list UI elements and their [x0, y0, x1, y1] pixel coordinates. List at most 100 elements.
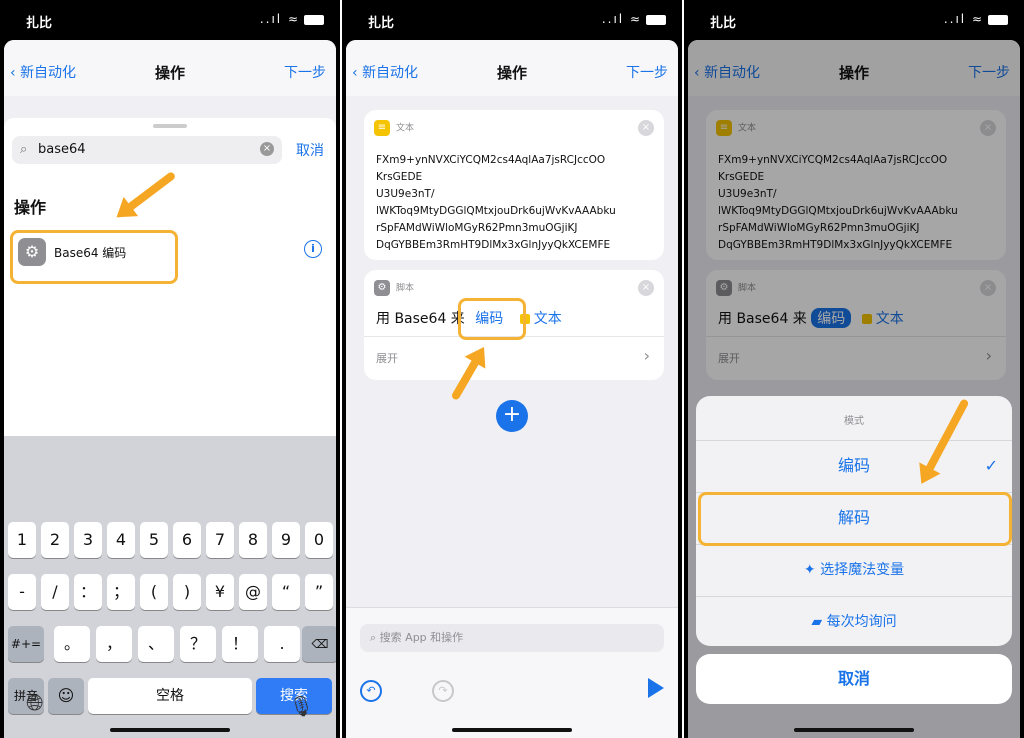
home-indicator [794, 728, 914, 732]
key-num-0[interactable]: 1 [8, 522, 36, 558]
card-header-label: 文本 [396, 123, 415, 134]
key-num-8[interactable]: 9 [272, 522, 300, 558]
text-line: lWKToq9MtyDGGlQMtxjouDrk6ujWvKvAAAbku [376, 205, 616, 217]
carrier-label: 扎比 [26, 16, 53, 31]
search-sheet: ⌕ base64 × 取消 操作 ⚙ Base64 编码 i [4, 118, 336, 438]
magic-wand-icon: ✦ [803, 562, 821, 578]
key-num-6[interactable]: 7 [206, 522, 234, 558]
option-ask-each-time[interactable]: ▰ 每次均询问 [696, 596, 1012, 647]
expand-label[interactable]: 展开 [376, 350, 398, 366]
key-num-5[interactable]: 6 [173, 522, 201, 558]
checkmark-icon: ✓ [984, 456, 998, 475]
speech-bubble-icon: ▰ [811, 614, 827, 630]
option-encode[interactable]: 编码 ✓ [696, 440, 1012, 491]
text-action-card[interactable]: ≡ 文本 × FXm9+ynNVXCiYCQM2cs4AqlAa7jsRCJccO… [364, 110, 664, 260]
search-icon: ⌕ [20, 142, 28, 157]
signal-wifi-icon: ..ıl ≈ [943, 12, 984, 26]
signal-wifi-icon: ..ıl ≈ [259, 12, 300, 26]
key-num-2[interactable]: 3 [74, 522, 102, 558]
card-header-label: 脚本 [396, 283, 415, 294]
text-line: DqGYBBEm3RmHT9DlMx3xGlnJyyQkXCEMFE [376, 239, 611, 251]
nav-bar: ‹ 新自动化 操作 下一步 [4, 40, 336, 96]
text-line: U3U9e3nT/ [376, 188, 435, 200]
key-delete[interactable]: ⌫ [302, 626, 336, 662]
key-space[interactable]: 空格 [88, 678, 252, 714]
status-icons: ..ıl ≈ [602, 12, 666, 26]
option-magic-variable[interactable]: ✦ 选择魔法变量 [696, 544, 1012, 595]
key-num-7[interactable]: 8 [239, 522, 267, 558]
add-action-button[interactable]: + [496, 400, 528, 432]
next-button[interactable]: 下一步 [626, 62, 668, 82]
script-prefix: 用 Base64 来 [376, 311, 465, 327]
search-input-value: base64 [38, 142, 86, 157]
carrier-label: 扎比 [368, 16, 395, 31]
cancel-button[interactable]: 取消 [296, 140, 324, 160]
status-icons: ..ıl ≈ [944, 12, 1008, 26]
text-line: FXm9+ynNVXCiYCQM2cs4AqlAa7jsRCJccOO [376, 154, 606, 166]
text-content[interactable]: FXm9+ynNVXCiYCQM2cs4AqlAa7jsRCJccOO KrsG… [376, 152, 656, 254]
sheet-grabber[interactable] [153, 124, 187, 128]
key-sym-2[interactable]: ： [74, 574, 102, 610]
key-punct-2[interactable]: 、 [138, 626, 174, 662]
key-punct-5[interactable]: . [264, 626, 300, 662]
key-num-1[interactable]: 2 [41, 522, 69, 558]
remove-icon[interactable]: × [638, 280, 654, 296]
search-input[interactable]: ⌕ base64 × [12, 136, 282, 164]
remove-icon[interactable]: × [638, 120, 654, 136]
screen-search-actions: 扎比 ..ıl ≈ ‹ 新自动化 操作 下一步 ⌕ base64 × 取消 操作… [0, 0, 340, 738]
microphone-icon[interactable]: 🎙︎ [289, 694, 314, 718]
status-bar: 扎比 ..ıl ≈ [684, 0, 1024, 40]
key-sym-0[interactable]: - [8, 574, 36, 610]
key-punct-1[interactable]: ， [96, 626, 132, 662]
clear-icon[interactable]: × [260, 142, 274, 156]
play-icon[interactable] [648, 678, 664, 698]
bottom-toolbar: ⌕ 搜索 App 和操作 ↶ ↷ [346, 607, 678, 738]
section-title: 操作 [14, 198, 47, 217]
card-header: ⚙ 脚本 [374, 280, 414, 296]
undo-icon[interactable]: ↶ [360, 680, 382, 702]
redo-icon: ↷ [432, 680, 454, 702]
key-punct-0[interactable]: 。 [54, 626, 90, 662]
info-icon[interactable]: i [304, 240, 322, 258]
option-label: 每次均询问 [826, 614, 897, 630]
sheet: ‹ 新自动化 操作 下一步 ⌕ base64 × 取消 操作 ⚙ Base64 … [4, 40, 336, 738]
option-label: 编码 [837, 456, 870, 475]
key-num-4[interactable]: 5 [140, 522, 168, 558]
text-icon: ≡ [374, 120, 390, 136]
sheet: ‹ 新自动化 操作 下一步 ≡ 文本 × FXm9+ynNVXCiYCQM2cs4… [688, 40, 1020, 738]
key-sym-1[interactable]: / [41, 574, 69, 610]
text-line: KrsGEDE [376, 171, 423, 183]
key-sym-4[interactable]: ( [140, 574, 168, 610]
battery-icon [646, 14, 666, 25]
chevron-right-icon[interactable]: › [644, 346, 650, 365]
signal-wifi-icon: ..ıl ≈ [601, 12, 642, 26]
globe-icon[interactable]: 🌐︎ [26, 691, 44, 716]
key-sym-7[interactable]: @ [239, 574, 267, 610]
search-placeholder: 搜索 App 和操作 [379, 631, 464, 644]
battery-icon [988, 14, 1008, 25]
key-sym-5[interactable]: ) [173, 574, 201, 610]
highlight-box [458, 298, 526, 340]
action-sheet-title: 模式 [844, 416, 864, 427]
home-indicator [452, 728, 572, 732]
key-punct-4[interactable]: ！ [222, 626, 258, 662]
key-punct-3[interactable]: ？ [180, 626, 216, 662]
variable-label: 文本 [533, 311, 562, 327]
key-sym-6[interactable]: ¥ [206, 574, 234, 610]
cancel-button[interactable]: 取消 [696, 654, 1012, 704]
keyboard: 1234567890 - /：；() ¥ @ “” #+= 。，、？！. ⌫ 拼音 ☺ … [4, 436, 336, 738]
screen-mode-picker: 扎比 ..ıl ≈ ‹ 新自动化 操作 下一步 ≡ 文本 × FXm9+ynNVX… [684, 0, 1024, 738]
status-bar: 扎比 ..ıl ≈ [0, 0, 340, 40]
key-more-symbols[interactable]: #+= [8, 626, 44, 662]
gear-icon: ⚙ [374, 280, 390, 296]
key-sym-3[interactable]: ； [107, 574, 135, 610]
search-actions-input[interactable]: ⌕ 搜索 App 和操作 [360, 624, 664, 652]
next-button[interactable]: 下一步 [284, 62, 326, 82]
screen-script-editor: 扎比 ..ıl ≈ ‹ 新自动化 操作 下一步 ≡ 文本 × FXm9+ynNVX… [342, 0, 682, 738]
key-num-3[interactable]: 4 [107, 522, 135, 558]
key-sym-8[interactable]: “ [272, 574, 300, 610]
key-emoji[interactable]: ☺ [48, 678, 84, 714]
status-bar: 扎比 ..ıl ≈ [342, 0, 682, 40]
key-num-9[interactable]: 0 [305, 522, 333, 558]
key-sym-9[interactable]: ” [305, 574, 333, 610]
